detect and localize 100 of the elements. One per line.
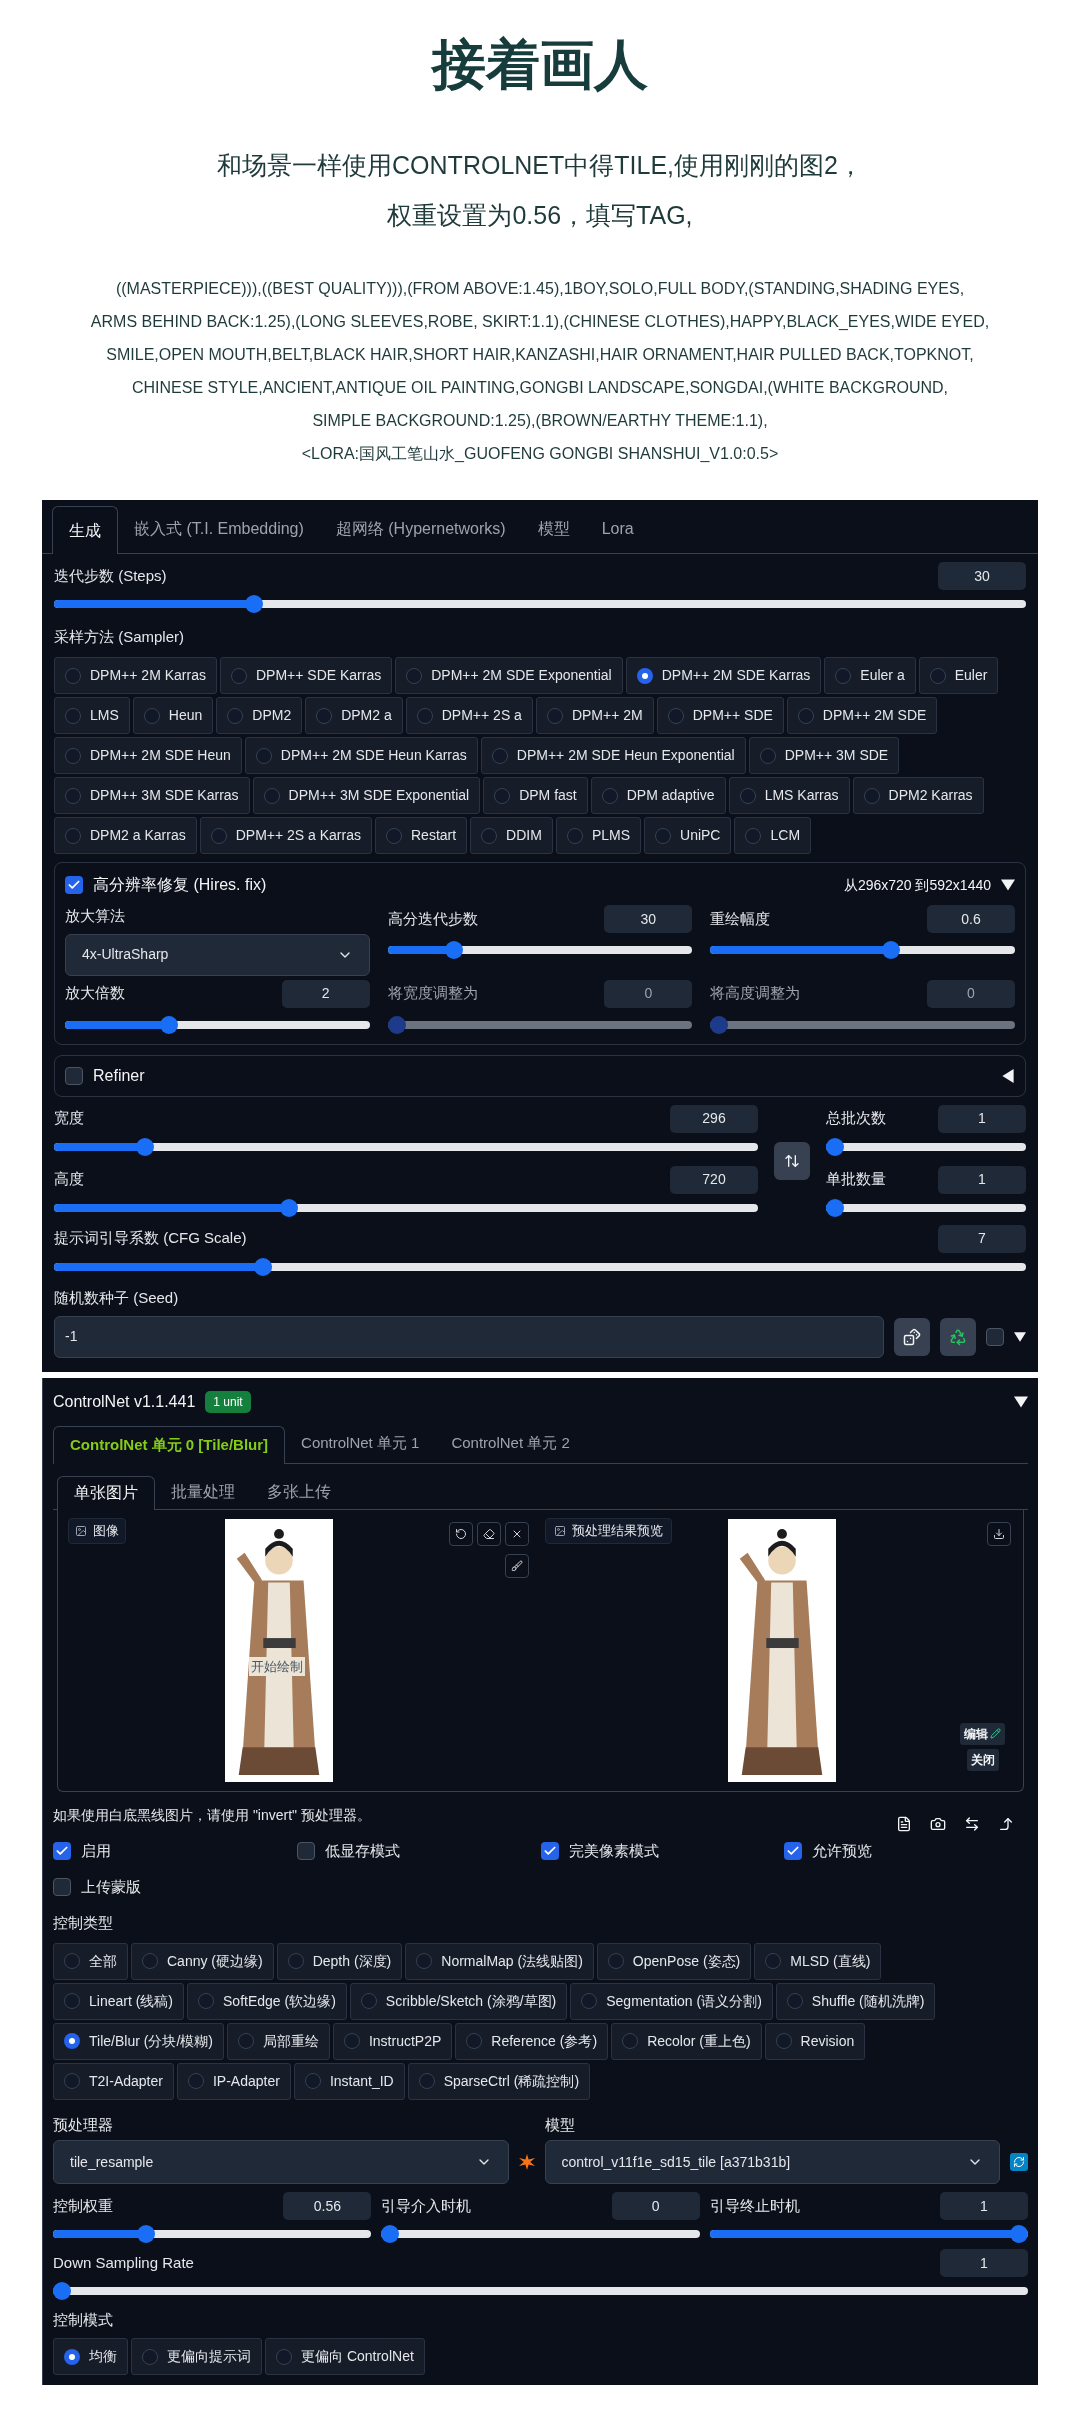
radio-button[interactable] (418, 2073, 435, 2089)
number-field[interactable]: 720 (670, 1165, 758, 1194)
radio-button[interactable] (929, 667, 946, 684)
radio-option[interactable]: Scribble/Sketch (涂鸦/草图) (349, 1982, 568, 2020)
radio-option[interactable]: SparseCtrl (稀疏控制) (407, 2062, 591, 2100)
tab[interactable]: ControlNet 单元 0 [Tile/Blur] (53, 1425, 286, 1464)
radio-option[interactable]: DPM++ 2M SDE Heun Karras (244, 737, 478, 774)
radio-button[interactable] (466, 2033, 483, 2049)
slider[interactable] (54, 1198, 758, 1217)
checkbox[interactable] (65, 876, 83, 894)
edit-button[interactable]: 编辑 (960, 1722, 1005, 1745)
radio-option[interactable]: 全部 (53, 1942, 128, 1980)
tab[interactable]: 多张上传 (251, 1474, 347, 1509)
checkbox[interactable] (53, 1841, 71, 1860)
radio-option[interactable]: NormalMap (法线贴图) (405, 1942, 594, 1980)
radio-button[interactable] (546, 707, 563, 724)
radio-option[interactable]: UniPC (644, 817, 732, 854)
brush-button[interactable] (504, 1553, 529, 1578)
radio-option[interactable]: 局部重绘 (226, 2022, 330, 2060)
slider-thumb[interactable] (254, 1257, 273, 1276)
radio-button[interactable] (491, 747, 508, 764)
model-dropdown[interactable]: control_v11f1e_sd15_tile [a371b31b] (544, 2140, 1000, 2184)
radio-option[interactable]: DPM++ 2S a Karras (199, 817, 372, 854)
camera-icon[interactable] (930, 1815, 946, 1832)
radio-button[interactable] (416, 1953, 433, 1969)
radio-option[interactable]: DPM++ 2S a (405, 697, 533, 734)
slider[interactable] (54, 1257, 1026, 1276)
radio-option[interactable]: LMS Karras (728, 777, 850, 814)
radio-button[interactable] (237, 2033, 254, 2049)
number-field[interactable]: 1 (940, 2249, 1028, 2277)
radio-option[interactable]: Euler a (824, 657, 916, 694)
radio-option[interactable]: LCM (734, 817, 812, 854)
radio-button[interactable] (230, 667, 247, 684)
number-field[interactable]: 30 (604, 905, 693, 933)
radio-option[interactable]: IP-Adapter (176, 2062, 291, 2100)
radio-option[interactable]: SoftEdge (软边缘) (187, 1982, 347, 2020)
slider-thumb[interactable] (826, 1198, 844, 1217)
random-seed-button[interactable] (894, 1317, 930, 1356)
checkbox[interactable] (986, 1327, 1004, 1346)
radio-button[interactable] (745, 827, 762, 844)
radio-button[interactable] (64, 2073, 80, 2089)
close-button[interactable]: 关闭 (966, 1748, 999, 1771)
radio-option[interactable]: PLMS (555, 817, 641, 854)
radio-option[interactable]: Restart (375, 817, 468, 854)
radio-button[interactable] (343, 2033, 360, 2049)
slider-thumb[interactable] (159, 1015, 178, 1034)
radio-button[interactable] (797, 707, 814, 724)
radio-button[interactable] (406, 667, 423, 684)
number-field[interactable]: 30 (938, 562, 1026, 590)
tab[interactable]: ControlNet 单元 1 (285, 1424, 436, 1463)
checkbox-option[interactable]: 启用 (53, 1839, 297, 1862)
radio-button[interactable] (863, 787, 880, 804)
preprocessor-dropdown[interactable]: tile_resample (53, 2140, 509, 2184)
slider[interactable] (709, 2225, 1028, 2243)
radio-option[interactable]: DPM2 a Karras (54, 817, 197, 854)
radio-button[interactable] (835, 667, 852, 684)
number-field[interactable]: 1 (938, 1165, 1026, 1194)
slider[interactable] (54, 595, 1026, 613)
number-field[interactable]: 0.6 (927, 905, 1015, 933)
radio-option[interactable]: Segmentation (语义分割) (570, 1982, 773, 2020)
radio-option[interactable]: DPM++ 2M SDE Heun Exponential (480, 737, 746, 774)
spark-icon[interactable] (518, 2154, 535, 2170)
radio-button[interactable] (607, 1953, 624, 1969)
radio-button[interactable] (142, 1953, 158, 1969)
slider-thumb[interactable] (244, 595, 263, 613)
radio-button[interactable] (64, 1993, 80, 2009)
slider-thumb[interactable] (882, 941, 901, 959)
radio-option[interactable]: MLSD (直线) (754, 1942, 882, 1980)
checkbox-option[interactable]: 低显存模式 (296, 1839, 541, 1862)
radio-button[interactable] (255, 747, 272, 764)
radio-option[interactable]: InstructP2P (332, 2022, 453, 2060)
expand-triangle-icon[interactable] (1001, 1068, 1015, 1083)
radio-button[interactable] (416, 707, 433, 724)
seed-field[interactable]: -1 (54, 1315, 884, 1358)
radio-option[interactable]: 均衡 (53, 2338, 128, 2375)
slider[interactable] (387, 941, 693, 959)
radio-option[interactable]: DPM fast (483, 777, 588, 814)
undo-button[interactable] (448, 1521, 473, 1546)
radio-option[interactable]: Lineart (线稿) (53, 1982, 185, 2020)
swap-icon[interactable] (964, 1815, 980, 1832)
radio-button[interactable] (655, 827, 671, 844)
number-field[interactable]: 296 (670, 1104, 758, 1133)
slider-thumb[interactable] (53, 2282, 71, 2300)
slider-thumb[interactable] (826, 1137, 844, 1156)
radio-option[interactable]: DPM++ SDE Karras (219, 657, 393, 694)
radio-button[interactable] (739, 787, 756, 804)
radio-option[interactable]: DPM2 (216, 697, 303, 734)
slider-thumb[interactable] (136, 1137, 155, 1156)
radio-option[interactable]: DPM++ 2M SDE Exponential (395, 657, 623, 694)
radio-option[interactable]: OpenPose (姿态) (596, 1942, 752, 1980)
checkbox-option[interactable]: 上传蒙版 (53, 1876, 297, 1899)
radio-option[interactable]: DDIM (470, 817, 553, 854)
radio-option[interactable]: Heun (132, 697, 214, 734)
radio-option[interactable]: Depth (深度) (276, 1942, 403, 1980)
swap-button[interactable] (774, 1141, 810, 1180)
radio-option[interactable]: 更偏向 ControlNet (265, 2338, 425, 2375)
radio-option[interactable]: Tile/Blur (分块/模糊) (53, 2022, 224, 2060)
radio-button[interactable] (667, 707, 684, 724)
radio-option[interactable]: DPM++ 2M SDE Heun (54, 737, 242, 774)
collapse-triangle-icon[interactable] (1001, 878, 1015, 892)
